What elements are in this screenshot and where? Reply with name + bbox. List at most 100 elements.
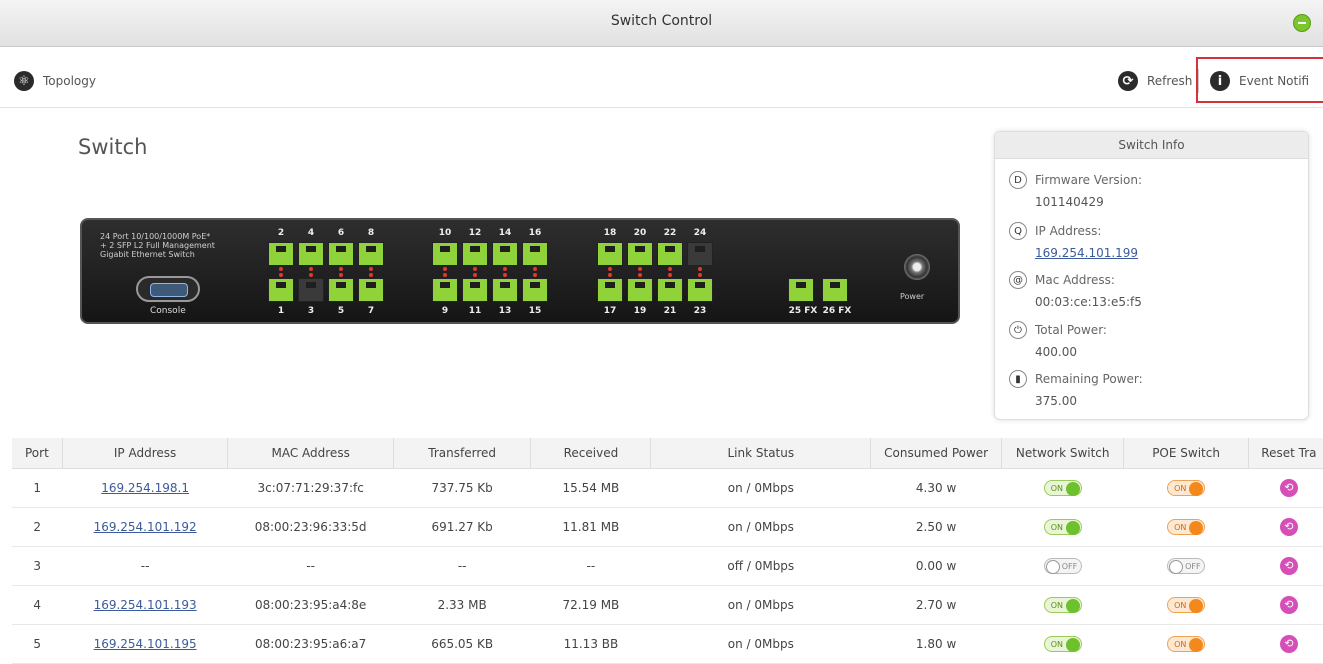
toggle-label: ON xyxy=(1050,601,1063,610)
event-notification-button[interactable]: i Event Notifi xyxy=(1210,71,1309,91)
port-number-label: 4 xyxy=(307,228,315,238)
ip-link[interactable]: 169.254.198.1 xyxy=(62,468,228,508)
network-switch-toggle[interactable]: ON xyxy=(1043,636,1082,652)
switch-port-12[interactable] xyxy=(462,242,488,266)
fx-port[interactable] xyxy=(822,278,848,302)
column-header[interactable]: Transferred xyxy=(393,438,532,469)
network-switch-toggle[interactable]: ON xyxy=(1043,519,1082,535)
switch-port-17[interactable] xyxy=(597,278,623,302)
toggle-knob xyxy=(1189,599,1204,613)
column-header[interactable]: POE Switch xyxy=(1123,438,1249,469)
network-switch-toggle[interactable]: ON xyxy=(1043,597,1082,613)
switch-port-16[interactable] xyxy=(522,242,548,266)
column-header[interactable]: Received xyxy=(530,438,652,469)
toggle-knob xyxy=(1189,521,1204,535)
console-port-icon xyxy=(136,276,200,302)
switch-port-2[interactable] xyxy=(268,242,294,266)
cell-mac: -- xyxy=(227,546,394,586)
poe-switch-toggle[interactable]: ON xyxy=(1167,519,1206,535)
switch-port-24[interactable] xyxy=(687,242,713,266)
network-switch-toggle[interactable]: ON xyxy=(1043,480,1082,496)
switch-port-3[interactable] xyxy=(298,278,324,302)
table-row: 3 -- -- -- -- off / 0Mbps 0.00 w OFF OFF ⟲ xyxy=(12,546,1323,586)
port-led-icon xyxy=(309,273,313,277)
cell-poe-switch: ON xyxy=(1123,585,1249,625)
column-header[interactable]: Link Status xyxy=(650,438,872,469)
switch-port-9[interactable] xyxy=(432,278,458,302)
cell-ip: -- xyxy=(62,546,228,586)
status-dot-icon[interactable] xyxy=(1293,14,1311,32)
toggle-knob xyxy=(1189,482,1204,496)
port-led-icon xyxy=(638,273,642,277)
cell-net-switch: OFF xyxy=(1001,546,1124,586)
cell-transferred: 737.75 Kb xyxy=(393,468,531,508)
reset-traffic-icon[interactable]: ⟲ xyxy=(1279,635,1298,653)
fx-port[interactable] xyxy=(788,278,814,302)
toggle-label: OFF xyxy=(1185,562,1201,571)
switch-port-13[interactable] xyxy=(492,278,518,302)
switch-port-21[interactable] xyxy=(657,278,683,302)
window-title: Switch Control xyxy=(610,13,713,29)
cell-transferred: 665.05 KB xyxy=(393,624,531,664)
cell-port: 3 xyxy=(12,546,63,586)
poe-switch-toggle[interactable]: ON xyxy=(1167,480,1206,496)
port-led-icon xyxy=(443,273,447,277)
refresh-icon: ⟳ xyxy=(1118,71,1138,91)
cell-received: 72.19 MB xyxy=(530,585,651,625)
column-header[interactable]: MAC Address xyxy=(227,438,394,469)
reset-traffic-icon[interactable]: ⟲ xyxy=(1279,596,1298,614)
cell-net-switch: ON xyxy=(1001,585,1124,625)
poe-switch-toggle[interactable]: ON xyxy=(1167,636,1206,652)
port-led-icon xyxy=(668,267,672,271)
switch-port-20[interactable] xyxy=(627,242,653,266)
switch-port-23[interactable] xyxy=(687,278,713,302)
switch-port-11[interactable] xyxy=(462,278,488,302)
ip-link[interactable]: 169.254.101.195 xyxy=(62,624,228,664)
table-header-row: Port IP Address MAC Address Transferred Rece… xyxy=(12,438,1323,469)
switch-port-4[interactable] xyxy=(298,242,324,266)
port-number-label: 23 xyxy=(693,306,707,316)
switch-heading: Switch xyxy=(78,135,148,159)
reset-traffic-icon[interactable]: ⟲ xyxy=(1279,479,1298,497)
switch-port-10[interactable] xyxy=(432,242,458,266)
switch-port-18[interactable] xyxy=(597,242,623,266)
column-header[interactable]: Reset Tra xyxy=(1248,438,1323,469)
column-header[interactable]: IP Address xyxy=(62,438,229,469)
battery-icon: ▮ xyxy=(1009,370,1027,388)
cell-link: on / 0Mbps xyxy=(650,585,871,625)
ip-icon: Q xyxy=(1009,222,1027,240)
switch-port-19[interactable] xyxy=(627,278,653,302)
reset-traffic-icon[interactable]: ⟲ xyxy=(1279,557,1298,575)
port-led-icon xyxy=(279,273,283,277)
port-led-icon xyxy=(473,273,477,277)
port-led-icon xyxy=(443,267,447,271)
poe-switch-toggle[interactable]: OFF xyxy=(1167,558,1206,574)
poe-switch-toggle[interactable]: ON xyxy=(1167,597,1206,613)
switch-port-1[interactable] xyxy=(268,278,294,302)
column-header[interactable]: Network Switch xyxy=(1001,438,1125,469)
device-caption: 24 Port 10/100/1000M PoE* + 2 SFP L2 Ful… xyxy=(100,232,270,259)
topology-button[interactable]: ⚛ Topology xyxy=(14,71,96,91)
switch-port-14[interactable] xyxy=(492,242,518,266)
ip-value-link[interactable]: 169.254.101.199 xyxy=(1035,246,1138,260)
cell-transferred: 2.33 MB xyxy=(393,585,531,625)
switch-port-15[interactable] xyxy=(522,278,548,302)
switch-port-5[interactable] xyxy=(328,278,354,302)
mac-label: Mac Address: xyxy=(1035,273,1115,287)
refresh-button[interactable]: ⟳ Refresh xyxy=(1118,71,1192,91)
column-header[interactable]: Port xyxy=(12,438,63,469)
switch-port-22[interactable] xyxy=(657,242,683,266)
reset-traffic-icon[interactable]: ⟲ xyxy=(1279,518,1298,536)
switch-port-7[interactable] xyxy=(358,278,384,302)
cell-transferred: -- xyxy=(393,546,531,586)
column-header[interactable]: Consumed Power xyxy=(870,438,1003,469)
switch-port-8[interactable] xyxy=(358,242,384,266)
cell-received: 11.13 BB xyxy=(530,624,651,664)
switch-port-6[interactable] xyxy=(328,242,354,266)
ip-label: IP Address: xyxy=(1035,224,1102,238)
console-label: Console xyxy=(150,306,186,316)
ip-link[interactable]: 169.254.101.193 xyxy=(62,585,228,625)
ip-link[interactable]: 169.254.101.192 xyxy=(62,507,228,547)
network-switch-toggle[interactable]: OFF xyxy=(1043,558,1082,574)
event-notification-label: Event Notifi xyxy=(1239,74,1310,88)
